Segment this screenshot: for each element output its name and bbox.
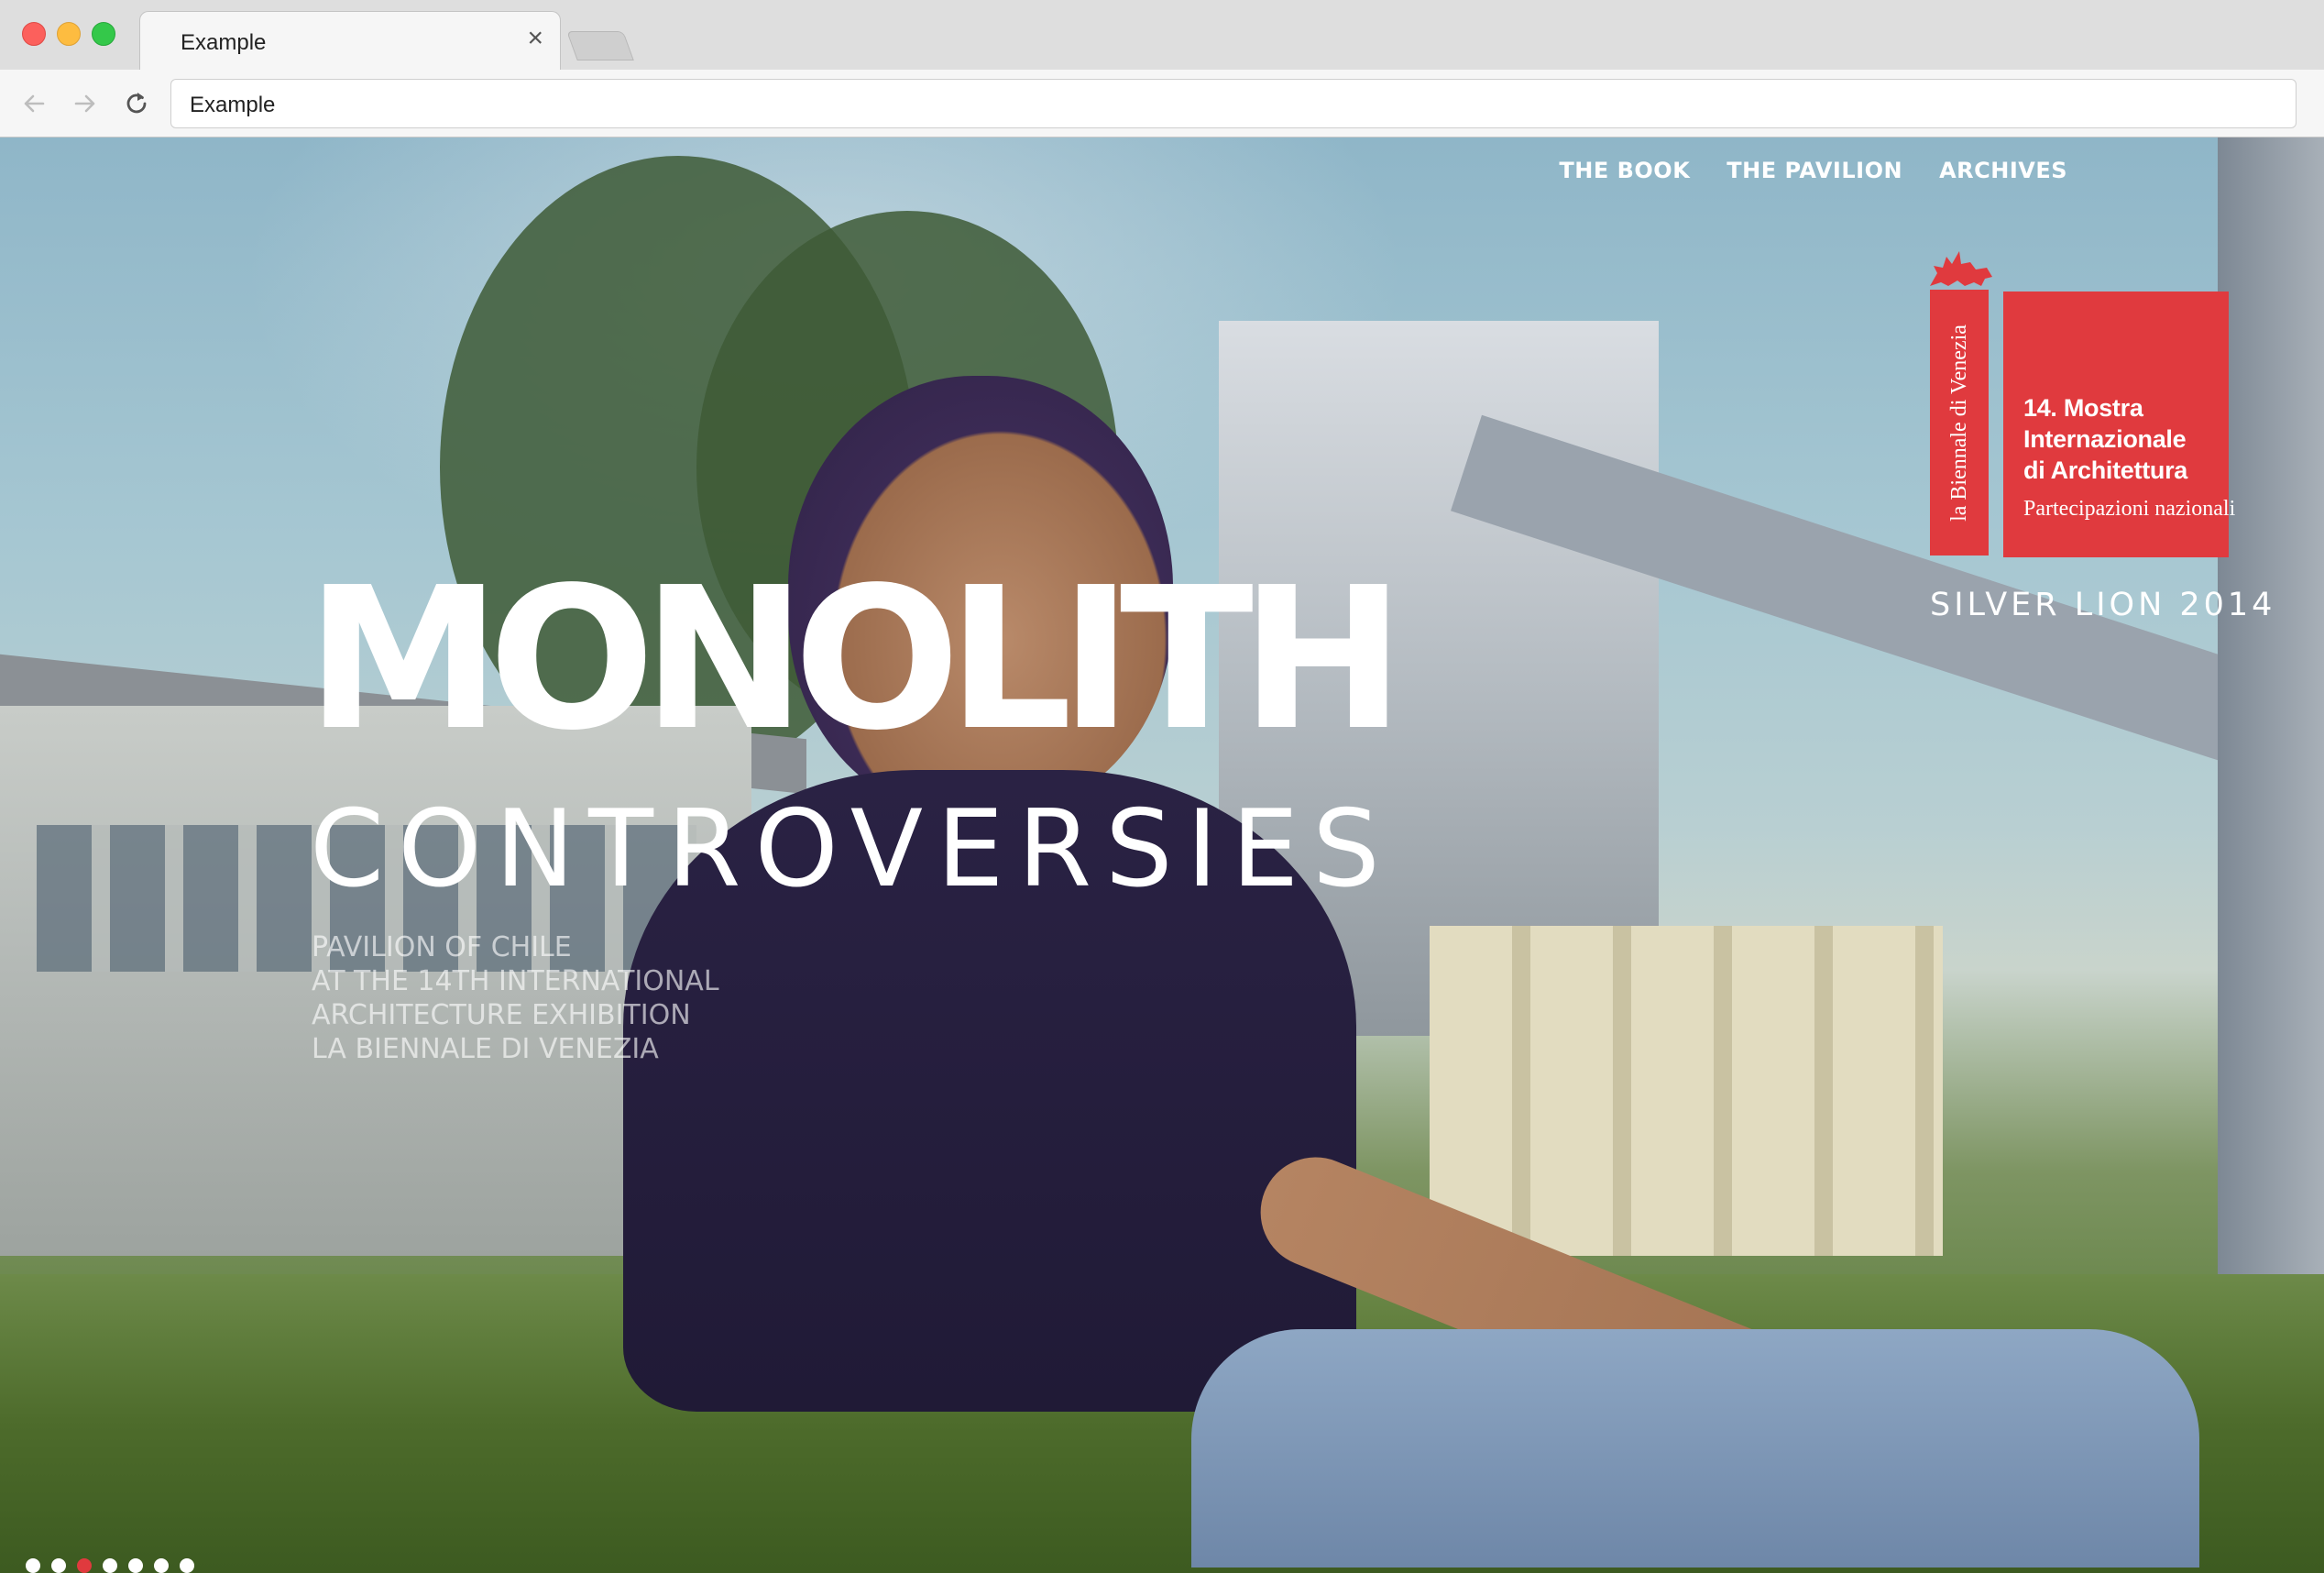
close-window-button[interactable] bbox=[22, 22, 46, 46]
close-icon[interactable]: × bbox=[527, 25, 543, 52]
nav-the-book[interactable]: THE BOOK bbox=[1559, 158, 1690, 183]
badge-line: 14. Mostra bbox=[2023, 394, 2143, 422]
description-line: AT THE 14TH INTERNATIONAL bbox=[312, 965, 719, 997]
browser-window: Example × Example THE BOOK THE PAVILION … bbox=[0, 0, 2324, 1573]
slider-dot[interactable] bbox=[103, 1558, 117, 1573]
badge-subline: Partecipazioni nazionali bbox=[2023, 497, 2236, 521]
nav-the-pavilion[interactable]: THE PAVILION bbox=[1727, 158, 1902, 183]
arrow-right-icon bbox=[74, 94, 95, 113]
slider-dot[interactable] bbox=[180, 1558, 194, 1573]
reload-button[interactable] bbox=[119, 86, 154, 121]
page-viewport: THE BOOK THE PAVILION ARCHIVES la Bienna… bbox=[0, 138, 2324, 1573]
minimize-window-button[interactable] bbox=[57, 22, 81, 46]
back-button[interactable] bbox=[16, 86, 51, 121]
site-nav: THE BOOK THE PAVILION ARCHIVES bbox=[1559, 158, 2067, 183]
address-bar[interactable]: Example bbox=[170, 79, 2297, 128]
winged-lion-icon bbox=[1930, 251, 1992, 286]
tab-strip: Example × bbox=[0, 0, 2324, 72]
arrow-left-icon bbox=[24, 94, 45, 113]
hero-tower bbox=[2218, 138, 2324, 1329]
description-line: LA BIENNALE DI VENEZIA bbox=[312, 1033, 659, 1065]
biennale-badge-vertical[interactable]: la Biennale di Venezia bbox=[1930, 290, 1989, 556]
award-label: SILVER LION 2014 bbox=[1930, 587, 2276, 623]
hero-description: PAVILION OF CHILE AT THE 14TH INTERNATIO… bbox=[312, 930, 719, 1066]
slider-dot[interactable] bbox=[26, 1558, 40, 1573]
description-line: PAVILION OF CHILE bbox=[312, 931, 572, 963]
badge-line: Internazionale bbox=[2023, 425, 2187, 453]
slider-dot[interactable] bbox=[77, 1558, 92, 1573]
zoom-window-button[interactable] bbox=[92, 22, 115, 46]
slider-dot[interactable] bbox=[51, 1558, 66, 1573]
hero-silos bbox=[1430, 926, 1943, 1256]
forward-button[interactable] bbox=[68, 86, 103, 121]
hero-subtitle: CONTROVERSIES bbox=[310, 787, 1394, 911]
reload-icon bbox=[126, 93, 147, 114]
slider-dot[interactable] bbox=[128, 1558, 143, 1573]
browser-toolbar: Example bbox=[0, 70, 2324, 138]
address-text: Example bbox=[190, 93, 276, 117]
slider-dot[interactable] bbox=[154, 1558, 169, 1573]
hero-title: MONOLITH bbox=[306, 545, 1405, 774]
description-line: ARCHITECTURE EXHIBITION bbox=[312, 999, 691, 1031]
badge-line: di Architettura bbox=[2023, 456, 2188, 484]
tab-title: Example bbox=[181, 30, 267, 55]
nav-archives[interactable]: ARCHIVES bbox=[1939, 158, 2067, 183]
biennale-vertical-text: la Biennale di Venezia bbox=[1946, 324, 1971, 522]
person-legs bbox=[1191, 1329, 2199, 1568]
new-tab-button[interactable] bbox=[566, 31, 634, 60]
browser-tab[interactable]: Example × bbox=[139, 11, 561, 72]
biennale-badge[interactable]: 14. Mostra Internazionale di Architettur… bbox=[2003, 292, 2236, 557]
slider-dots bbox=[26, 1558, 194, 1573]
